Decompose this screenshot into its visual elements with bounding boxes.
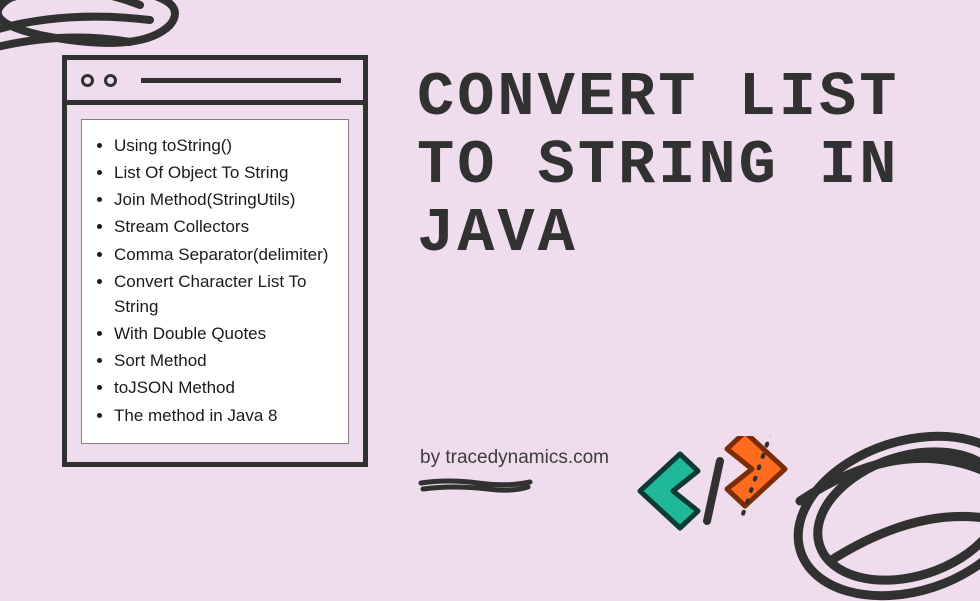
window-address-line: [141, 78, 341, 83]
underline-decoration: [418, 477, 533, 495]
list-item: Sort Method: [114, 347, 338, 374]
list-item: Join Method(StringUtils): [114, 186, 338, 213]
topics-panel: Using toString() List Of Object To Strin…: [81, 119, 349, 444]
list-item: Comma Separator(delimiter): [114, 241, 338, 268]
list-item: List Of Object To String: [114, 159, 338, 186]
list-item: Convert Character List To String: [114, 268, 338, 320]
browser-title-bar: [67, 60, 363, 105]
code-brackets-icon: [625, 436, 825, 546]
window-control-dot: [81, 74, 94, 87]
list-item: toJSON Method: [114, 374, 338, 401]
list-item: Stream Collectors: [114, 213, 338, 240]
list-item: The method in Java 8: [114, 402, 338, 429]
topics-list: Using toString() List Of Object To Strin…: [92, 132, 338, 429]
list-item: With Double Quotes: [114, 320, 338, 347]
byline: by tracedynamics.com: [420, 447, 609, 469]
browser-window-card: Using toString() List Of Object To Strin…: [62, 55, 368, 467]
page-title: CONVERT LIST TO STRING IN JAVA: [417, 64, 957, 269]
list-item: Using toString(): [114, 132, 338, 159]
window-control-dot: [104, 74, 117, 87]
